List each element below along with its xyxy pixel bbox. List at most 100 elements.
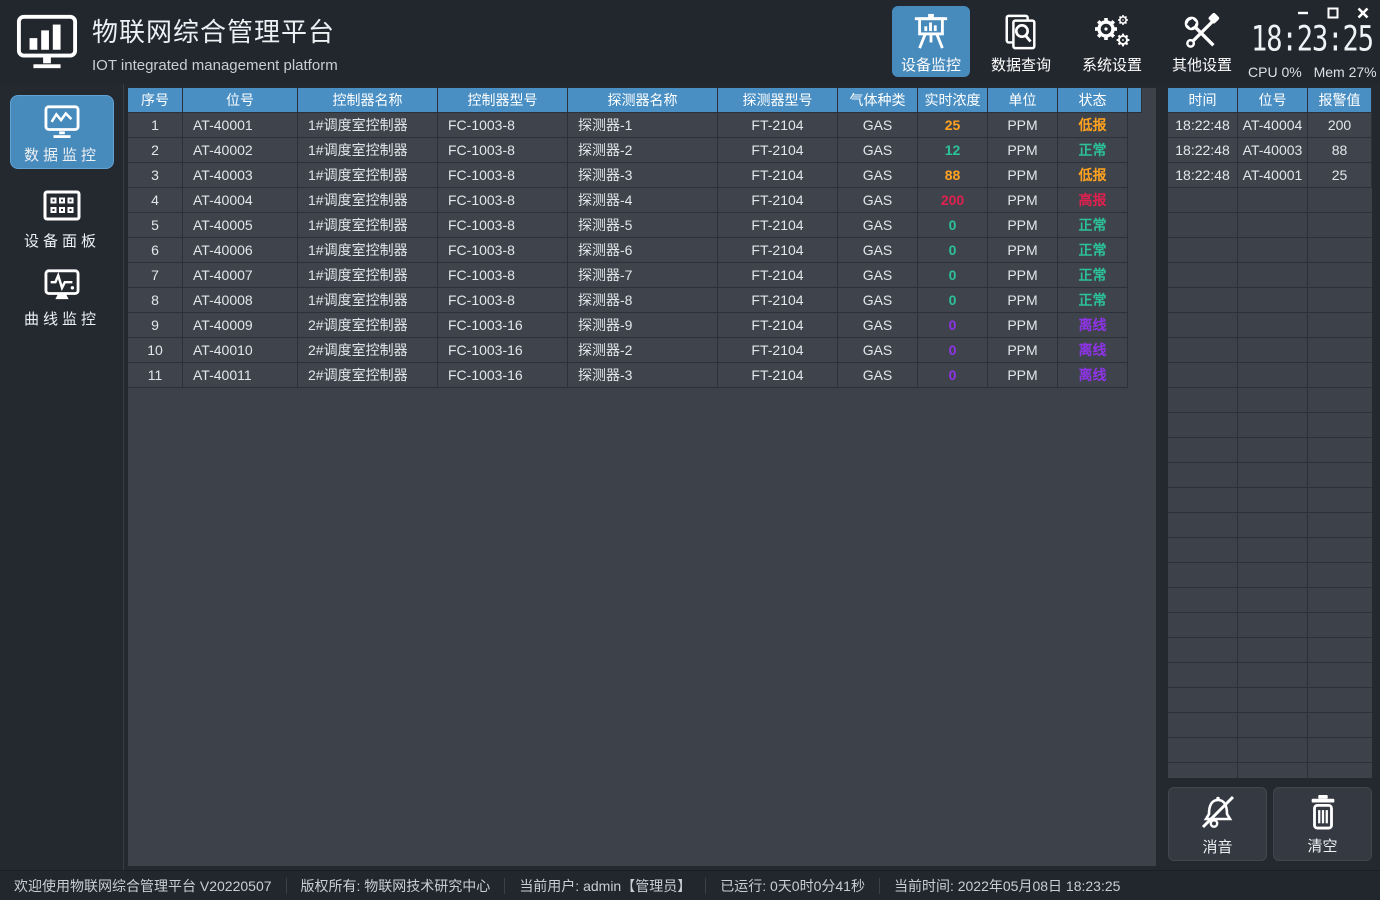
document-search-icon [1002, 12, 1040, 52]
cell-tag: AT-40005 [183, 213, 298, 238]
cell-gas-type: GAS [838, 363, 918, 388]
cell-detector-model: FT-2104 [718, 338, 838, 363]
column-header: 气体种类 [838, 88, 918, 113]
sidebar-item-data-monitor[interactable]: 数据监控 [10, 95, 114, 169]
cell-unit: PPM [988, 188, 1058, 213]
realtime-data-table: 序号 位号 控制器名称 控制器型号 探测器名称 探测器型号 气体种类 实时浓度 … [128, 88, 1156, 388]
cell-controller-name: 1#调度室控制器 [298, 163, 438, 188]
trash-icon [1306, 793, 1340, 831]
app-title: 物联网综合管理平台 [92, 12, 338, 49]
cell-gas-type: GAS [838, 138, 918, 163]
sidebar: 数据监控 设备面板 [0, 84, 124, 870]
cell-concentration: 0 [918, 238, 988, 263]
cell-index: 11 [128, 363, 183, 388]
cell-detector-name: 探测器-9 [568, 313, 718, 338]
column-header: 控制器名称 [298, 88, 438, 113]
column-header-filler [1128, 88, 1142, 113]
cell-concentration: 0 [918, 338, 988, 363]
nav-label: 其他设置 [1172, 54, 1232, 75]
app-window: 物联网综合管理平台 IOT integrated management plat… [0, 0, 1380, 900]
table-row[interactable]: 5 AT-40005 1#调度室控制器 FC-1003-8 探测器-5 FT-2… [128, 213, 1156, 238]
nav-label: 数据查询 [991, 54, 1051, 75]
alarm-row[interactable]: 18:22:48 AT-40004 200 [1168, 113, 1372, 138]
cell-unit: PPM [988, 363, 1058, 388]
cell-concentration: 0 [918, 363, 988, 388]
column-header: 位号 [183, 88, 298, 113]
cell-controller-model: FC-1003-8 [438, 238, 568, 263]
alarm-tag: AT-40003 [1238, 138, 1308, 163]
table-row[interactable]: 11 AT-40011 2#调度室控制器 FC-1003-16 探测器-3 FT… [128, 363, 1156, 388]
cell-status: 正常 [1058, 288, 1128, 313]
column-header: 探测器型号 [718, 88, 838, 113]
column-header: 控制器型号 [438, 88, 568, 113]
cell-detector-model: FT-2104 [718, 288, 838, 313]
clear-button-label: 清空 [1307, 835, 1337, 856]
statusbar-item: 当前用户: admin【管理员】 [504, 878, 705, 894]
column-header: 状态 [1058, 88, 1128, 113]
cell-concentration: 25 [918, 113, 988, 138]
cell-status: 正常 [1058, 263, 1128, 288]
alarm-column-header: 位号 [1238, 88, 1308, 113]
column-header: 实时浓度 [918, 88, 988, 113]
cell-tag: AT-40008 [183, 288, 298, 313]
cell-controller-model: FC-1003-8 [438, 138, 568, 163]
cell-detector-model: FT-2104 [718, 363, 838, 388]
cell-unit: PPM [988, 288, 1058, 313]
nav-system-settings[interactable]: 系统设置 [1073, 6, 1151, 77]
cell-index: 4 [128, 188, 183, 213]
sidebar-item-device-panel[interactable]: 设备面板 [10, 180, 114, 251]
table-row[interactable]: 3 AT-40003 1#调度室控制器 FC-1003-8 探测器-3 FT-2… [128, 163, 1156, 188]
clear-button[interactable]: 清空 [1273, 787, 1372, 861]
cell-concentration: 0 [918, 213, 988, 238]
cell-index: 3 [128, 163, 183, 188]
cell-controller-name: 2#调度室控制器 [298, 338, 438, 363]
maximize-button[interactable] [1324, 5, 1342, 21]
statusbar-item: 当前时间: 2022年05月08日 18:23:25 [879, 878, 1134, 894]
statusbar-item: 欢迎使用物联网综合管理平台 V20220507 [0, 878, 286, 894]
alarm-row[interactable]: 18:22:48 AT-40003 88 [1168, 138, 1372, 163]
cell-controller-name: 1#调度室控制器 [298, 113, 438, 138]
cell-detector-name: 探测器-3 [568, 163, 718, 188]
nav-device-monitor[interactable]: 设备监控 [892, 6, 970, 77]
table-row[interactable]: 2 AT-40002 1#调度室控制器 FC-1003-8 探测器-2 FT-2… [128, 138, 1156, 163]
cell-index: 2 [128, 138, 183, 163]
presentation-board-icon [912, 12, 950, 52]
status-bar: 欢迎使用物联网综合管理平台 V20220507 版权所有: 物联网技术研究中心 … [0, 870, 1380, 900]
minimize-button[interactable] [1294, 5, 1312, 21]
cell-gas-type: GAS [838, 313, 918, 338]
statusbar-item: 版权所有: 物联网技术研究中心 [286, 878, 505, 894]
cell-status: 高报 [1058, 188, 1128, 213]
cell-controller-name: 1#调度室控制器 [298, 213, 438, 238]
window-controls [1294, 5, 1372, 21]
table-row[interactable]: 9 AT-40009 2#调度室控制器 FC-1003-16 探测器-9 FT-… [128, 313, 1156, 338]
cell-status: 离线 [1058, 313, 1128, 338]
cell-detector-name: 探测器-7 [568, 263, 718, 288]
cell-unit: PPM [988, 113, 1058, 138]
mute-button[interactable]: 消音 [1168, 787, 1267, 861]
cell-index: 1 [128, 113, 183, 138]
table-row[interactable]: 4 AT-40004 1#调度室控制器 FC-1003-8 探测器-4 FT-2… [128, 188, 1156, 213]
sidebar-item-label: 数据监控 [24, 144, 100, 165]
cell-gas-type: GAS [838, 188, 918, 213]
nav-other-settings[interactable]: 其他设置 [1163, 6, 1241, 77]
alarm-column-header: 时间 [1168, 88, 1238, 113]
cell-detector-model: FT-2104 [718, 238, 838, 263]
cell-index: 5 [128, 213, 183, 238]
cell-detector-model: FT-2104 [718, 163, 838, 188]
table-row[interactable]: 8 AT-40008 1#调度室控制器 FC-1003-8 探测器-8 FT-2… [128, 288, 1156, 313]
table-row[interactable]: 6 AT-40006 1#调度室控制器 FC-1003-8 探测器-6 FT-2… [128, 238, 1156, 263]
nav-data-query[interactable]: 数据查询 [982, 6, 1060, 77]
alarm-time: 18:22:48 [1168, 138, 1238, 163]
cell-status: 低报 [1058, 113, 1128, 138]
alarm-empty-rows [1168, 188, 1372, 778]
cell-concentration: 0 [918, 288, 988, 313]
nav-label: 设备监控 [901, 54, 961, 75]
alarm-row[interactable]: 18:22:48 AT-40001 25 [1168, 163, 1372, 188]
cell-controller-name: 2#调度室控制器 [298, 313, 438, 338]
table-row[interactable]: 1 AT-40001 1#调度室控制器 FC-1003-8 探测器-1 FT-2… [128, 113, 1156, 138]
table-row[interactable]: 7 AT-40007 1#调度室控制器 FC-1003-8 探测器-7 FT-2… [128, 263, 1156, 288]
close-button[interactable] [1354, 5, 1372, 21]
sidebar-item-curve-monitor[interactable]: 曲线监控 [10, 260, 114, 329]
cell-detector-name: 探测器-1 [568, 113, 718, 138]
table-row[interactable]: 10 AT-40010 2#调度室控制器 FC-1003-16 探测器-2 FT… [128, 338, 1156, 363]
